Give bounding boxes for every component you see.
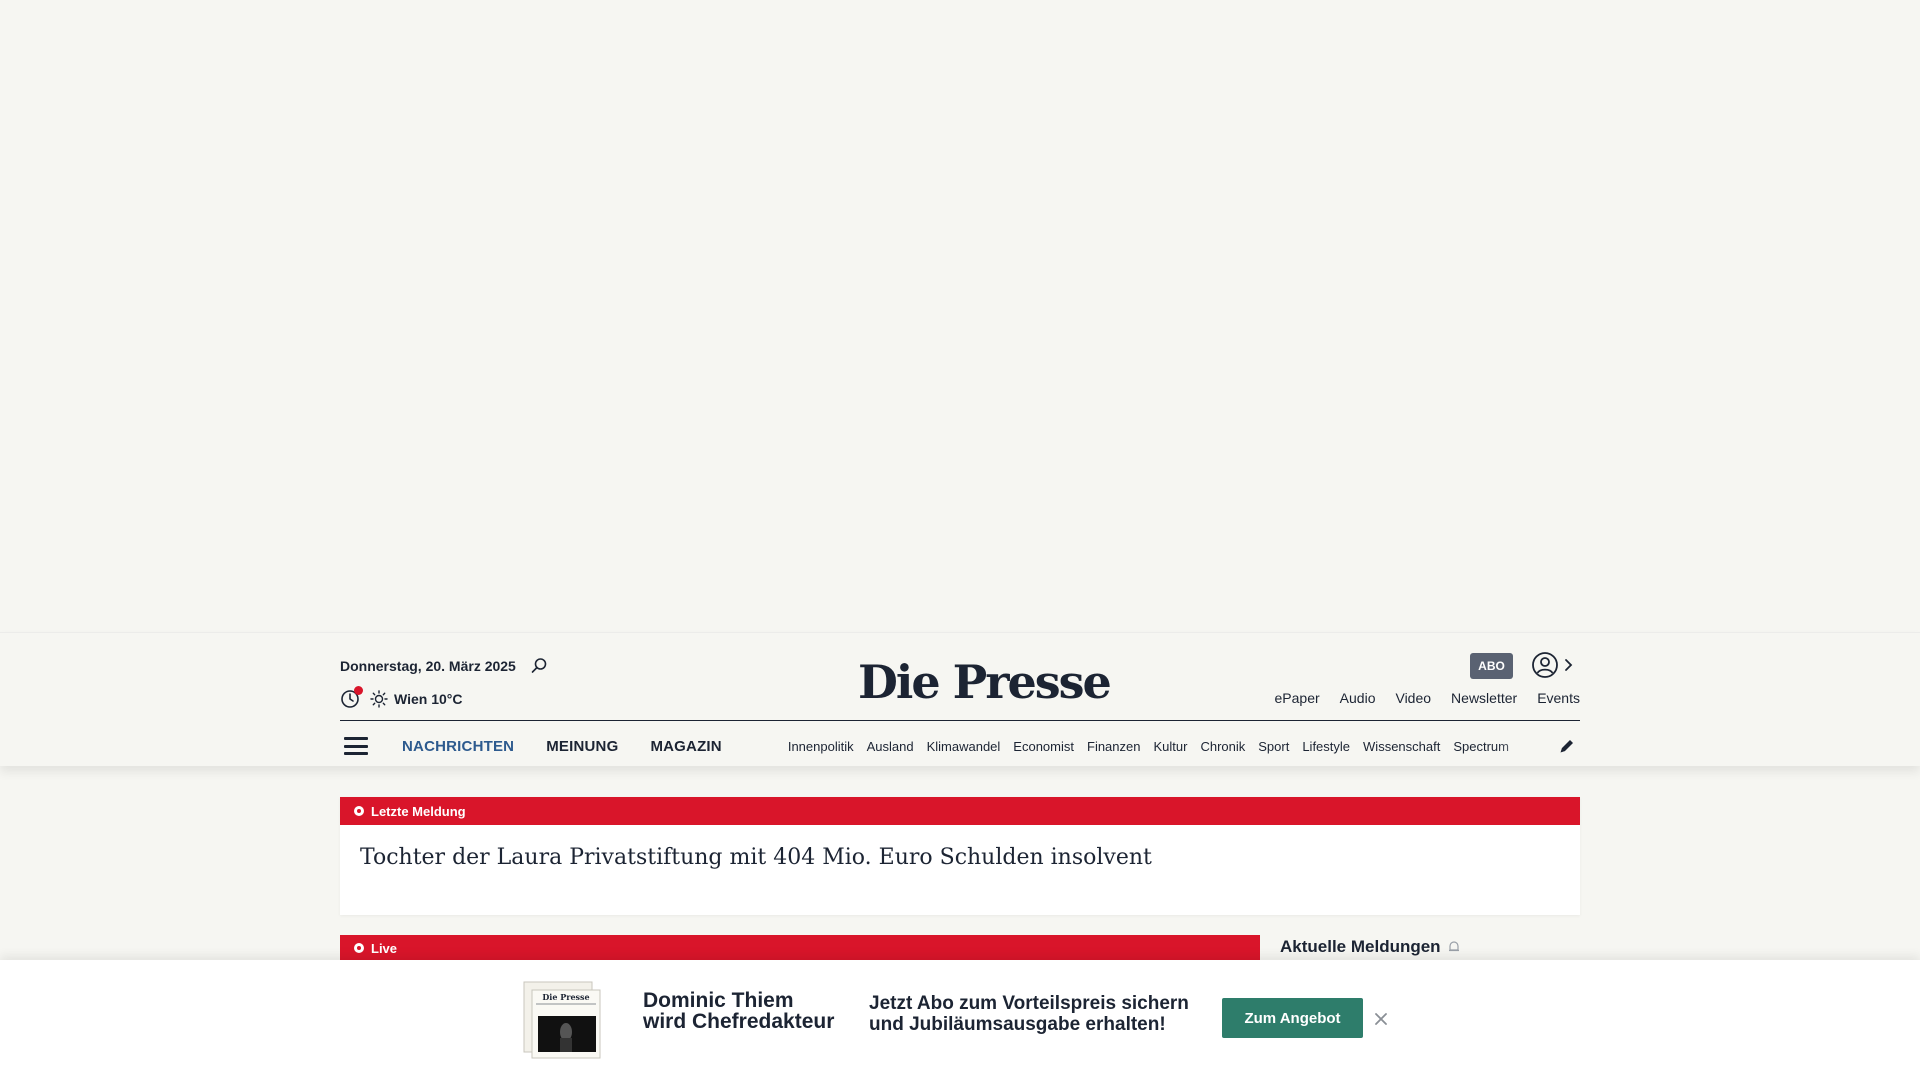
- nav-magazin[interactable]: MAGAZIN: [650, 738, 721, 755]
- user-icon: [1532, 652, 1558, 678]
- live-dot-icon: [354, 943, 364, 953]
- promo-text-line2: und Jubiläumsausgabe erhalten!: [869, 1014, 1166, 1035]
- weather-text: Wien 10°C: [394, 691, 463, 707]
- section-spectrum[interactable]: Spectrum: [1453, 739, 1509, 754]
- promo-text-line1: Jetzt Abo zum Vorteilspreis sichern: [869, 993, 1189, 1014]
- top-links: ePaper Audio Video Newsletter Events: [1275, 690, 1580, 706]
- nav-meinung[interactable]: MEINUNG: [546, 738, 618, 755]
- clock-icon[interactable]: [340, 686, 363, 709]
- breaking-news-headline[interactable]: Tochter der Laura Privatstiftung mit 404…: [340, 825, 1580, 870]
- navigation-row: NACHRICHTEN MEINUNG MAGAZIN Innenpolitik…: [340, 733, 1580, 759]
- bell-icon: [1448, 941, 1459, 952]
- menu-icon[interactable]: [344, 737, 368, 755]
- subscription-promo-banner: Die Presse Dominic Thiem wird Chefredakt…: [0, 960, 1920, 1080]
- section-lifestyle[interactable]: Lifestyle: [1302, 739, 1350, 754]
- account-button[interactable]: [1531, 651, 1573, 679]
- weather-widget[interactable]: Wien 10°C: [370, 690, 463, 708]
- section-finanzen[interactable]: Finanzen: [1087, 739, 1140, 754]
- site-header: Donnerstag, 20. März 2025 Wien 10°C Die …: [0, 632, 1920, 766]
- nav-nachrichten[interactable]: NACHRICHTEN: [402, 738, 514, 755]
- section-klimawandel[interactable]: Klimawandel: [927, 739, 1001, 754]
- section-chronik[interactable]: Chronik: [1200, 739, 1245, 754]
- main-nav: NACHRICHTEN MEINUNG MAGAZIN: [402, 738, 722, 755]
- sun-icon: [370, 690, 388, 708]
- top-link-events[interactable]: Events: [1537, 690, 1580, 706]
- section-nav: Innenpolitik Ausland Klimawandel Economi…: [788, 739, 1548, 754]
- header-divider: [340, 720, 1580, 721]
- aktuelle-meldungen-label: Aktuelle Meldungen: [1280, 937, 1441, 956]
- top-link-video[interactable]: Video: [1395, 690, 1431, 706]
- zum-angebot-button[interactable]: Zum Angebot: [1222, 998, 1363, 1038]
- breaking-news-box: Letzte Meldung Tochter der Laura Privats…: [340, 797, 1580, 915]
- live-bar[interactable]: Live: [340, 935, 1260, 961]
- top-link-epaper[interactable]: ePaper: [1275, 690, 1320, 706]
- notification-dot: [354, 686, 363, 695]
- section-innenpolitik[interactable]: Innenpolitik: [788, 739, 854, 754]
- newspaper-image: Die Presse: [523, 981, 601, 1059]
- top-link-newsletter[interactable]: Newsletter: [1451, 690, 1517, 706]
- close-icon[interactable]: [1373, 1011, 1389, 1027]
- site-logo[interactable]: Die Presse: [858, 655, 1112, 709]
- top-link-audio[interactable]: Audio: [1340, 690, 1376, 706]
- section-kultur[interactable]: Kultur: [1153, 739, 1187, 754]
- weather-row: Wien 10°C: [340, 686, 463, 709]
- breaking-news-label: Letzte Meldung: [371, 803, 466, 819]
- promo-title: Dominic Thiem wird Chefredakteur: [643, 990, 863, 1032]
- promo-title-line1: Dominic Thiem: [643, 989, 794, 1012]
- breaking-news-bar: Letzte Meldung: [340, 797, 1580, 825]
- header-inner: Donnerstag, 20. März 2025 Wien 10°C Die …: [340, 633, 1580, 766]
- section-wissenschaft[interactable]: Wissenschaft: [1363, 739, 1440, 754]
- section-economist[interactable]: Economist: [1013, 739, 1074, 754]
- newspaper-logo-text: Die Presse: [542, 992, 589, 1002]
- date-row: Donnerstag, 20. März 2025: [340, 657, 548, 675]
- chevron-right-icon: [1565, 659, 1573, 671]
- abo-button[interactable]: ABO: [1470, 653, 1513, 679]
- promo-title-line2: wird Chefredakteur: [643, 1010, 835, 1033]
- current-date: Donnerstag, 20. März 2025: [340, 658, 516, 674]
- promo-text: Jetzt Abo zum Vorteilspreis sichern und …: [869, 993, 1229, 1035]
- live-label: Live: [371, 940, 398, 956]
- section-ausland[interactable]: Ausland: [867, 739, 914, 754]
- search-icon[interactable]: [530, 657, 548, 675]
- pencil-icon[interactable]: [1558, 737, 1576, 755]
- live-dot-icon: [354, 806, 364, 816]
- section-sport[interactable]: Sport: [1258, 739, 1289, 754]
- aktuelle-meldungen-heading[interactable]: Aktuelle Meldungen: [1280, 937, 1461, 957]
